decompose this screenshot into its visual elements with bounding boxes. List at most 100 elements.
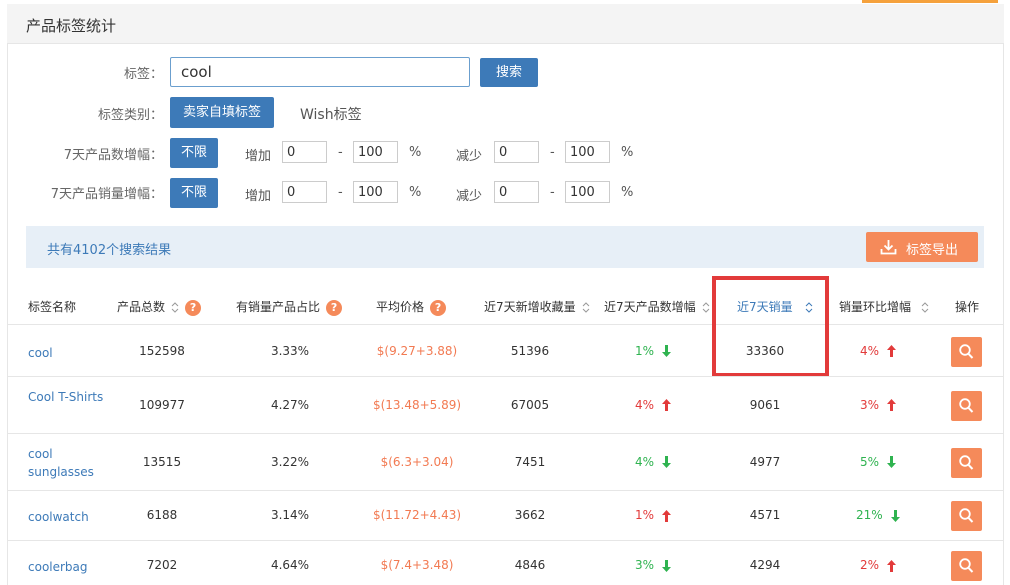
new-favorites: 67005: [510, 397, 550, 412]
search-button[interactable]: 搜索: [480, 58, 538, 87]
new-favorites: 3662: [514, 508, 546, 522]
view-detail-button[interactable]: [951, 447, 982, 478]
tag-name-link[interactable]: Cool T-Shirts: [28, 388, 108, 406]
product-growth-value: 1%: [635, 508, 655, 522]
sort-icon[interactable]: [702, 302, 710, 313]
search-icon: [959, 343, 974, 359]
tag-name-link[interactable]: coolwatch: [28, 508, 108, 526]
product-increase-max[interactable]: [353, 141, 398, 163]
arrow-down-icon: [890, 509, 900, 522]
tag-name-link[interactable]: cool sunglasses: [28, 445, 108, 481]
new-favorites: 4846: [514, 558, 546, 572]
view-detail-button[interactable]: [951, 501, 982, 531]
category-wish-tags[interactable]: Wish标签: [300, 104, 362, 124]
arrow-down-icon: [662, 345, 672, 357]
product-growth: 1%: [635, 508, 672, 522]
search-icon: [959, 397, 974, 413]
product-growth-value: 4%: [635, 397, 655, 412]
sales-increase-min[interactable]: [282, 181, 327, 203]
new-favorites: 51396: [510, 343, 550, 358]
table-row: coolerbag 7202 4.64% $(7.4+3.48) 4846 3%…: [7, 541, 1003, 585]
sales-7day: 33360: [745, 343, 785, 358]
sort-icon[interactable]: [921, 302, 929, 313]
increase-label: 增加: [245, 149, 272, 164]
sold-ratio: 3.14%: [270, 508, 310, 522]
arrow-up-icon: [887, 559, 897, 572]
range-dash: -: [338, 145, 343, 160]
sales-growth: 21%: [856, 508, 900, 522]
view-detail-button[interactable]: [951, 390, 982, 421]
product-decrease-min[interactable]: [494, 141, 539, 163]
header-avg-price[interactable]: 平均价格?: [376, 298, 447, 316]
panel-header: 产品标签统计: [7, 4, 1004, 44]
question-icon[interactable]: ?: [185, 299, 202, 316]
tag-name-link[interactable]: cool: [28, 344, 108, 362]
header-product-growth[interactable]: 近7天产品数增幅: [604, 298, 710, 315]
sort-icon[interactable]: [582, 302, 590, 313]
header-new-favorites[interactable]: 近7天新增收藏量: [484, 298, 590, 315]
product-growth: 3%: [635, 558, 672, 572]
sold-ratio: 4.27%: [270, 397, 310, 412]
arrow-up-icon: [662, 509, 672, 522]
sales-growth-label: 7天产品销量增幅：: [50, 187, 163, 202]
sales-growth: 2%: [860, 558, 897, 572]
search-icon: [959, 558, 974, 573]
product-increase-min[interactable]: [282, 141, 327, 163]
increase-label: 增加: [245, 189, 272, 204]
export-tags-button[interactable]: 标签导出: [866, 232, 978, 262]
arrow-down-icon: [662, 559, 672, 572]
sales-7day: 4571: [749, 508, 781, 522]
view-detail-button[interactable]: [951, 336, 982, 367]
arrow-up-icon: [662, 399, 672, 411]
sales-growth-value: 2%: [860, 558, 880, 572]
header-sales-growth[interactable]: 销量环比增幅: [839, 298, 929, 315]
search-icon: [959, 454, 974, 470]
avg-price: $(11.72+4.43): [372, 508, 462, 522]
header-sold-ratio[interactable]: 有销量产品占比?: [236, 298, 343, 316]
product-decrease-max[interactable]: [565, 141, 610, 163]
sales-growth-unlimited-button[interactable]: 不限: [170, 178, 218, 208]
table-header: 标签名称 产品总数? 有销量产品占比? 平均价格? 近7天新增收藏量 近7天产品…: [7, 287, 1003, 325]
sort-icon[interactable]: [171, 302, 179, 313]
avg-price: $(7.4+3.48): [380, 558, 454, 572]
sales-increase-max[interactable]: [353, 181, 398, 203]
header-total-products[interactable]: 产品总数?: [117, 298, 202, 316]
total-products: 13515: [142, 454, 182, 469]
product-growth: 4%: [635, 397, 672, 412]
decrease-label: 减少: [456, 149, 483, 164]
sales-growth: 5%: [860, 455, 897, 469]
tag-name-link[interactable]: coolerbag: [28, 558, 108, 576]
category-label: 标签类别：: [97, 108, 163, 123]
sales-7day: 4294: [749, 558, 781, 572]
download-icon: [880, 240, 897, 255]
product-growth-label: 7天产品数增幅：: [63, 148, 163, 163]
avg-price: $(13.48+5.89): [372, 397, 462, 412]
results-count: 共有4102个搜索结果: [47, 243, 172, 258]
total-products: 109977: [139, 397, 185, 412]
tag-label: 标签：: [123, 67, 163, 82]
question-icon[interactable]: ?: [430, 299, 447, 316]
sold-ratio: 3.33%: [270, 343, 310, 358]
tag-search-input[interactable]: [170, 57, 470, 87]
table-row: cool sunglasses 13515 3.22% $(6.3+3.04) …: [7, 434, 1003, 491]
sold-ratio: 3.22%: [270, 454, 310, 469]
arrow-down-icon: [662, 456, 672, 468]
sales-decrease-max[interactable]: [565, 181, 610, 203]
sales-decrease-min[interactable]: [494, 181, 539, 203]
page-title: 产品标签统计: [26, 17, 117, 35]
question-icon[interactable]: ?: [326, 299, 343, 316]
product-growth-value: 3%: [635, 558, 655, 572]
sales-growth-value: 3%: [860, 397, 880, 412]
view-detail-button[interactable]: [951, 551, 982, 581]
product-growth-unlimited-button[interactable]: 不限: [170, 138, 218, 168]
total-products: 7202: [146, 558, 178, 572]
arrow-up-icon: [887, 399, 897, 411]
percent-sign: %: [409, 185, 422, 200]
top-accent-bar: [862, 0, 998, 3]
table-row: Cool T-Shirts 109977 4.27% $(13.48+5.89)…: [7, 377, 1003, 434]
header-tag-name: 标签名称: [28, 300, 77, 314]
category-seller-tags[interactable]: 卖家自填标签: [170, 97, 274, 128]
results-bar: 共有4102个搜索结果 标签导出: [26, 226, 984, 268]
table-row: coolwatch 6188 3.14% $(11.72+4.43) 3662 …: [7, 491, 1003, 541]
total-products: 6188: [146, 508, 178, 522]
